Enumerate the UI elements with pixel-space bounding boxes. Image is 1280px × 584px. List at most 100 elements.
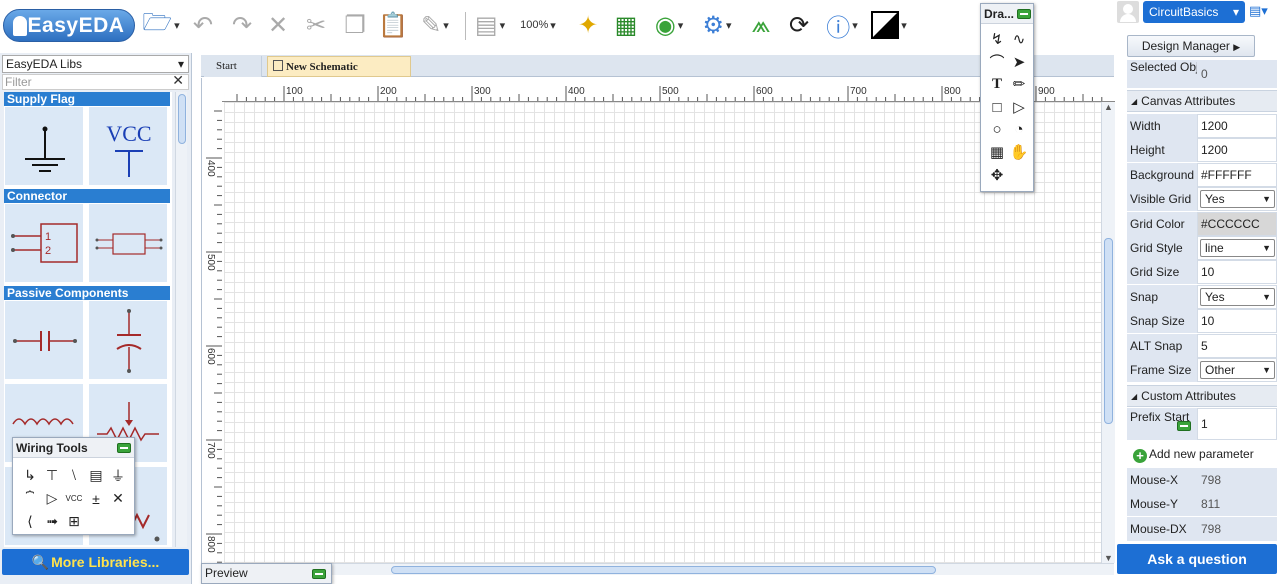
net-flag-port-icon[interactable]: ▷	[41, 487, 63, 510]
wiring-tools-header[interactable]: Wiring Tools	[13, 438, 134, 458]
vcc-symbol[interactable]: VCC	[88, 106, 168, 186]
simulate-icon[interactable]: ◉	[646, 8, 692, 42]
canvas-horizontal-scrollbar[interactable]	[201, 563, 1114, 575]
prop-select[interactable]: Other	[1197, 358, 1277, 382]
tab-start[interactable]: Start	[204, 56, 262, 77]
design-manager-label: Design Manager	[1141, 39, 1230, 53]
prop-select[interactable]: line	[1197, 236, 1277, 260]
capacitor-symbol[interactable]	[4, 300, 84, 380]
voltage-probe-icon[interactable]: ➟	[41, 510, 63, 533]
capacitor-polarized-symbol[interactable]	[88, 300, 168, 380]
mouse-value: 798	[1197, 468, 1277, 492]
user-menu-button[interactable]: CircuitBasics	[1143, 1, 1245, 23]
drawing-minimize-icon[interactable]	[1017, 9, 1031, 19]
group-icon[interactable]: ⊞	[63, 510, 85, 533]
library-category-supply-flag[interactable]: Supply Flag	[4, 92, 170, 106]
canvas-attributes-section[interactable]: Canvas Attributes	[1127, 90, 1277, 112]
add-parameter-link[interactable]: + Add new parameter	[1133, 445, 1273, 463]
prop-input[interactable]: 10	[1197, 309, 1277, 334]
library-scroll-thumb[interactable]	[178, 94, 186, 144]
route-icon[interactable]: ✎	[413, 8, 457, 42]
text-icon[interactable]: T	[986, 73, 1008, 96]
history-icon[interactable]: ⟳	[782, 8, 816, 42]
magic-wand-icon[interactable]: ✦	[572, 8, 604, 42]
cut-icon[interactable]: ✂	[300, 8, 332, 42]
svg-text:2: 2	[45, 245, 51, 257]
paste-icon[interactable]: 📋	[376, 8, 410, 42]
no-connect-icon[interactable]: ✕	[107, 487, 129, 510]
arc-icon[interactable]: ⌒	[986, 51, 1008, 74]
connector-2pin-symbol[interactable]: 12	[4, 203, 84, 283]
canvas-hscroll-thumb[interactable]	[391, 566, 936, 574]
prop-input[interactable]: #CCCCCC	[1197, 211, 1277, 236]
net-flag-gnd-icon[interactable]: ⏚	[107, 464, 129, 487]
preview-minimize-icon[interactable]	[312, 569, 326, 579]
rectangle-icon[interactable]: □	[986, 96, 1008, 119]
canvas-vscroll-thumb[interactable]	[1104, 238, 1113, 424]
undo-icon[interactable]: ↶	[186, 8, 220, 42]
clear-filter-icon[interactable]: ✕	[172, 73, 184, 87]
freehand-icon[interactable]: ✏	[1008, 73, 1030, 96]
preview-panel[interactable]: Preview	[201, 563, 332, 584]
prop-input[interactable]: #FFFFFF	[1197, 162, 1277, 187]
avatar[interactable]	[1117, 1, 1139, 23]
prop-input[interactable]: 1200	[1197, 114, 1277, 138]
prop-row-grid-style: Grid Style line	[1127, 236, 1277, 260]
ellipse-icon[interactable]: ○	[986, 118, 1008, 141]
bezier-icon[interactable]: ∿	[1008, 28, 1030, 51]
library-category-passive[interactable]: Passive Components	[4, 286, 170, 300]
bus-entry-icon[interactable]: ⧵	[63, 464, 85, 487]
more-libraries-button[interactable]: 🔍 More Libraries...	[2, 549, 189, 575]
delete-icon[interactable]: ✕	[262, 8, 294, 42]
scroll-up-icon[interactable]: ▲	[1104, 102, 1114, 112]
pin-icon[interactable]: ⟨	[19, 510, 41, 533]
ask-question-button[interactable]: Ask a question	[1117, 544, 1277, 574]
gear-icon[interactable]: ⚙	[694, 8, 740, 42]
zoom-dropdown[interactable]: 100%	[515, 8, 561, 42]
custom-attributes-section[interactable]: Custom Attributes	[1127, 385, 1277, 407]
wire-icon[interactable]: ↳	[19, 464, 41, 487]
prop-input[interactable]: 5	[1197, 333, 1277, 358]
gnd-symbol[interactable]	[4, 106, 84, 186]
prop-input[interactable]: 10	[1197, 260, 1277, 285]
drag-hand-icon[interactable]: ✋	[1008, 141, 1030, 164]
polyline-icon[interactable]: ↯	[986, 28, 1008, 51]
net-port-icon[interactable]: ⏞	[19, 487, 41, 510]
easyeda-logo[interactable]: EasyEDA	[3, 9, 135, 42]
theme-icon[interactable]	[866, 8, 912, 42]
prop-select[interactable]: Yes	[1197, 187, 1277, 212]
prop-select[interactable]: Yes	[1197, 284, 1277, 309]
redo-icon[interactable]: ↷	[225, 8, 259, 42]
info-icon[interactable]: ⓘ	[820, 8, 864, 42]
scroll-down-icon[interactable]: ▼	[1104, 553, 1114, 563]
arrowhead-icon[interactable]: ➤	[1008, 51, 1030, 74]
connector-4pin-symbol[interactable]	[88, 203, 168, 283]
canvas-origin-icon[interactable]: ✥	[986, 164, 1008, 187]
prefix-start-toggle-icon[interactable]	[1177, 421, 1191, 431]
drawing-tools-header[interactable]: Dra...	[981, 4, 1033, 24]
share-icon[interactable]: ⩕	[745, 8, 777, 42]
prop-input[interactable]: 1200	[1197, 138, 1277, 163]
window-menu-icon[interactable]: ▤▾	[1249, 3, 1275, 21]
design-manager-button[interactable]: Design Manager ▶	[1127, 35, 1255, 57]
pcb-icon[interactable]: ▦	[610, 8, 642, 42]
polygon-icon[interactable]: ▷	[1008, 96, 1030, 119]
copy-icon[interactable]: ❐	[338, 8, 372, 42]
pie-icon[interactable]: ◔	[1008, 118, 1030, 141]
net-flag-plus-icon[interactable]: ±	[85, 487, 107, 510]
prefix-start-input[interactable]: 1	[1197, 408, 1277, 440]
canvas-vertical-scrollbar[interactable]: ▲ ▼	[1101, 102, 1115, 563]
image-icon[interactable]: ▦	[986, 141, 1008, 164]
open-icon[interactable]: 🗁	[141, 8, 181, 42]
library-category-connector[interactable]: Connector	[4, 189, 170, 203]
minimize-icon[interactable]	[117, 443, 131, 453]
library-selector[interactable]: EasyEDA Libs	[2, 55, 189, 73]
bus-icon[interactable]: ⊤	[41, 464, 63, 487]
library-filter-input[interactable]: Filter ✕	[2, 73, 189, 90]
schematic-canvas[interactable]	[224, 102, 1102, 563]
align-icon[interactable]: ▤	[468, 8, 512, 42]
net-flag-vcc-icon[interactable]: VCC	[63, 487, 85, 510]
tab-new-schematic[interactable]: New Schematic	[267, 56, 411, 77]
netlabel-icon[interactable]: ▤	[85, 464, 107, 487]
library-scrollbar[interactable]	[175, 92, 187, 547]
